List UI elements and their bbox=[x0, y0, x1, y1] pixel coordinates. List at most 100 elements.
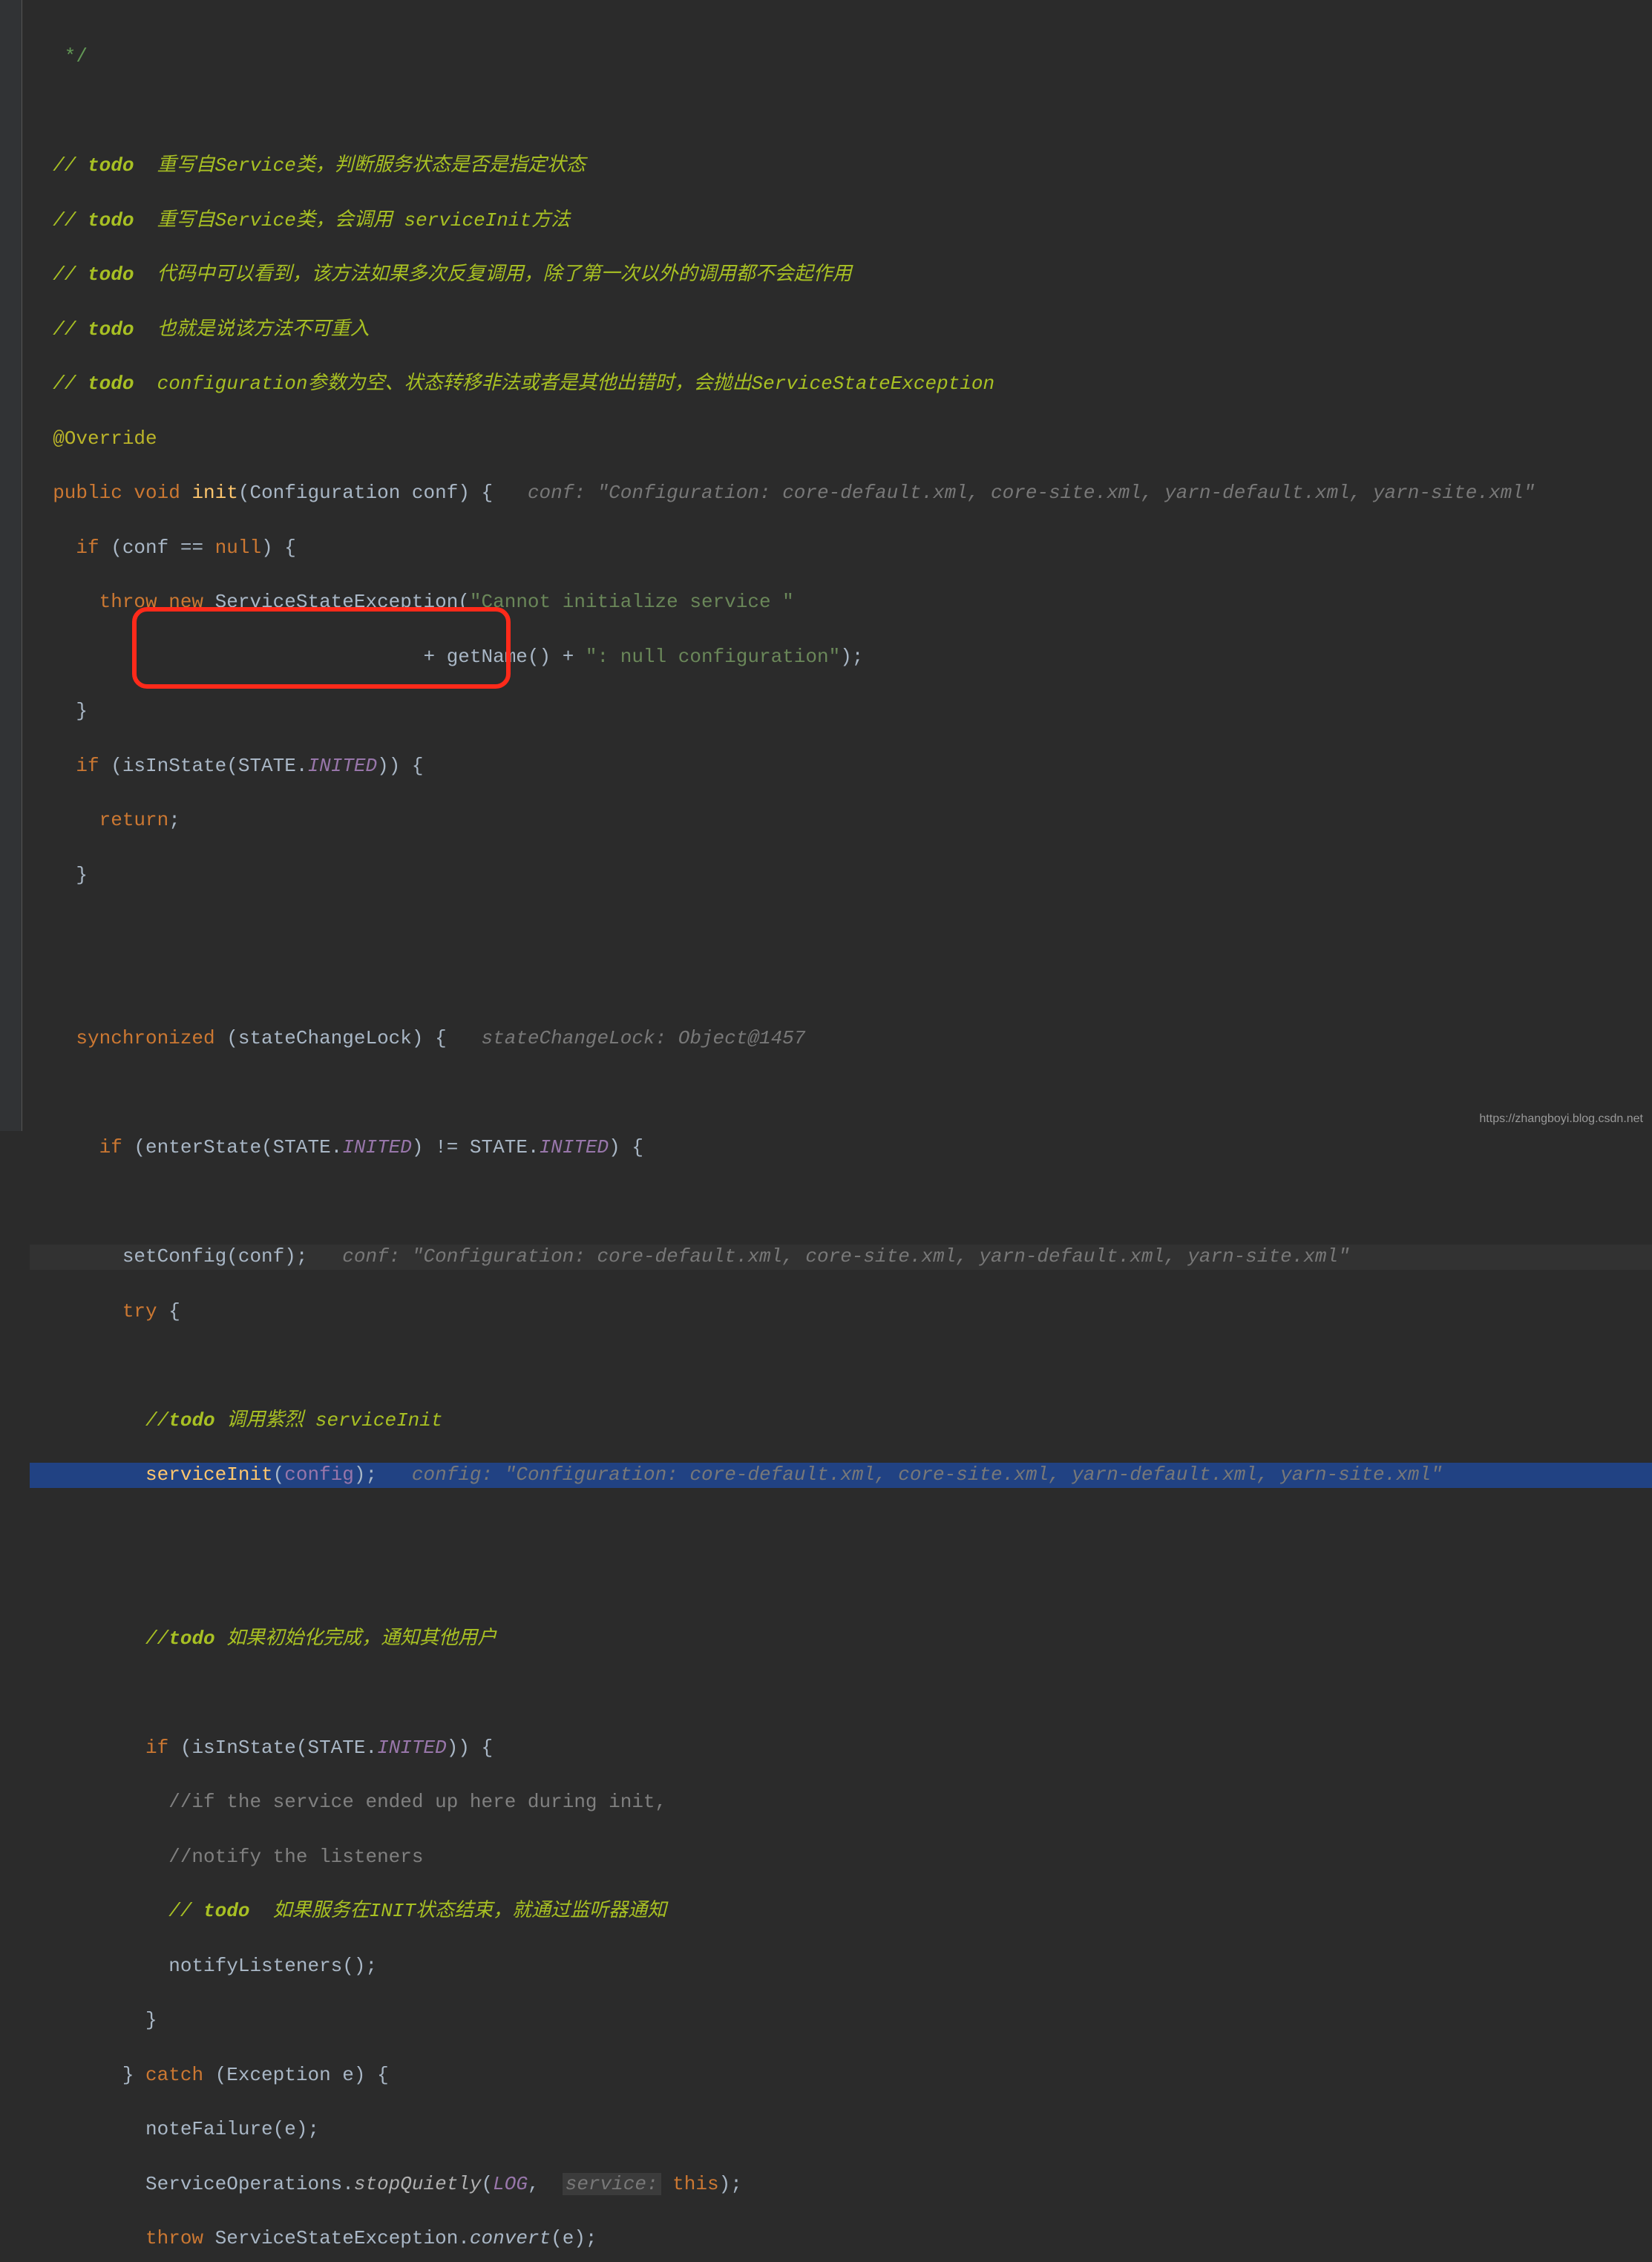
keyword: synchronized bbox=[30, 1027, 215, 1049]
code-line[interactable]: public void init(Configuration conf) { c… bbox=[30, 481, 1652, 506]
code-line[interactable]: throw new ServiceStateException("Cannot … bbox=[30, 590, 1652, 615]
keyword: throw bbox=[30, 2227, 203, 2249]
keyword: public bbox=[30, 482, 122, 504]
code-line[interactable]: // todo 重写自Service类，判断服务状态是否是指定状态 bbox=[30, 154, 1652, 179]
code-line[interactable]: if (isInState(STATE.INITED)) { bbox=[30, 1736, 1652, 1761]
code-line[interactable] bbox=[30, 1190, 1652, 1216]
code-text: */ bbox=[30, 45, 88, 68]
code-text: + getName() + bbox=[30, 646, 586, 668]
code-text: // bbox=[30, 1900, 203, 1922]
string: "Cannot initialize service " bbox=[470, 591, 794, 613]
code-line[interactable] bbox=[30, 1081, 1652, 1107]
static-method: convert bbox=[470, 2227, 551, 2249]
inline-hint: stateChangeLock: Object@1457 bbox=[482, 1027, 806, 1049]
code-text: (enterState(STATE. bbox=[122, 1136, 342, 1158]
annotation: @Override bbox=[30, 427, 157, 450]
code-text: ServiceStateException. bbox=[203, 2227, 470, 2249]
code-text: } bbox=[30, 700, 88, 722]
code-line[interactable]: if (conf == null) { bbox=[30, 536, 1652, 561]
code-area[interactable]: */ // todo 重写自Service类，判断服务状态是否是指定状态 // … bbox=[22, 0, 1652, 1131]
code-line[interactable] bbox=[30, 1572, 1652, 1597]
code-text: ); bbox=[354, 1463, 412, 1486]
code-line-highlighted[interactable]: serviceInit(config); config: "Configurat… bbox=[30, 1463, 1652, 1488]
watermark: https://zhangboyi.blog.csdn.net bbox=[1479, 1112, 1643, 1127]
keyword: throw new bbox=[30, 591, 215, 613]
code-text: ( bbox=[273, 1463, 285, 1486]
code-text: (isInState(STATE. bbox=[168, 1737, 377, 1759]
keyword: if bbox=[30, 755, 99, 777]
code-text: (Configuration conf) { bbox=[238, 482, 528, 504]
code-line[interactable]: setConfig(conf); conf: "Configuration: c… bbox=[30, 1245, 1652, 1270]
code-line[interactable]: noteFailure(e); bbox=[30, 2117, 1652, 2143]
code-line[interactable] bbox=[30, 917, 1652, 942]
code-line[interactable]: synchronized (stateChangeLock) { stateCh… bbox=[30, 1026, 1652, 1052]
code-line[interactable]: // todo 如果服务在INIT状态结束，就通过监听器通知 bbox=[30, 1899, 1652, 1924]
code-line[interactable]: } bbox=[30, 863, 1652, 888]
code-text: { bbox=[157, 1300, 180, 1322]
code-text: } bbox=[30, 864, 88, 886]
code-line[interactable] bbox=[30, 1354, 1652, 1379]
code-line[interactable]: */ bbox=[30, 45, 1652, 70]
keyword: catch bbox=[145, 2064, 203, 2086]
code-text: 如果初始化完成，通知其他用户 bbox=[215, 1627, 497, 1650]
code-line[interactable]: // todo configuration参数为空、状态转移非法或者是其他出错时… bbox=[30, 372, 1652, 397]
code-line[interactable]: } catch (Exception e) { bbox=[30, 2063, 1652, 2088]
keyword: if bbox=[30, 537, 99, 559]
todo-keyword: todo bbox=[88, 318, 134, 341]
code-line[interactable]: try { bbox=[30, 1299, 1652, 1325]
code-text: ServiceOperations. bbox=[30, 2173, 354, 2195]
inline-hint: conf: "Configuration: core-default.xml, … bbox=[528, 482, 1535, 504]
method-name: init bbox=[191, 482, 237, 504]
code-text: // bbox=[30, 1627, 168, 1650]
code-line[interactable]: notifyListeners(); bbox=[30, 1954, 1652, 1979]
code-line[interactable]: if (enterState(STATE.INITED) != STATE.IN… bbox=[30, 1135, 1652, 1161]
code-text: noteFailure(e); bbox=[30, 2118, 319, 2140]
code-text: (conf == bbox=[99, 537, 215, 559]
code-line[interactable]: // todo 代码中可以看到，该方法如果多次反复调用，除了第一次以外的调用都不… bbox=[30, 263, 1652, 288]
todo-keyword: todo bbox=[168, 1409, 214, 1432]
code-line[interactable]: + getName() + ": null configuration"); bbox=[30, 645, 1652, 670]
code-line[interactable]: ServiceOperations.stopQuietly(LOG, servi… bbox=[30, 2172, 1652, 2197]
todo-keyword: todo bbox=[88, 263, 134, 286]
code-line[interactable] bbox=[30, 1681, 1652, 1706]
code-line[interactable] bbox=[30, 1518, 1652, 1543]
code-text: // bbox=[30, 318, 88, 341]
code-line[interactable]: @Override bbox=[30, 427, 1652, 452]
code-text: // bbox=[30, 209, 88, 232]
code-editor[interactable]: */ // todo 重写自Service类，判断服务状态是否是指定状态 // … bbox=[0, 0, 1652, 1131]
code-line[interactable]: throw ServiceStateException.convert(e); bbox=[30, 2226, 1652, 2252]
param-hint: service: bbox=[563, 2173, 661, 2195]
code-line[interactable]: return; bbox=[30, 808, 1652, 833]
code-line[interactable]: // todo 重写自Service类，会调用 serviceInit方法 bbox=[30, 209, 1652, 234]
code-line[interactable]: if (isInState(STATE.INITED)) { bbox=[30, 754, 1652, 779]
code-line[interactable]: //notify the listeners bbox=[30, 1845, 1652, 1870]
code-text: // bbox=[30, 373, 88, 395]
code-text: } bbox=[30, 2064, 145, 2086]
inline-hint: conf: "Configuration: core-default.xml, … bbox=[342, 1245, 1349, 1268]
code-text: 重写自Service类，判断服务状态是否是指定状态 bbox=[134, 154, 585, 177]
code-line[interactable]: //todo 调用紫烈 serviceInit bbox=[30, 1409, 1652, 1434]
keyword: this bbox=[661, 2173, 719, 2195]
keyword: if bbox=[30, 1737, 168, 1759]
code-text: 代码中可以看到，该方法如果多次反复调用，除了第一次以外的调用都不会起作用 bbox=[134, 263, 851, 286]
code-text: ); bbox=[719, 2173, 742, 2195]
code-line[interactable]: //if the service ended up here during in… bbox=[30, 1790, 1652, 1815]
gutter[interactable] bbox=[0, 0, 22, 1131]
comment: //notify the listeners bbox=[30, 1846, 424, 1868]
code-text: configuration参数为空、状态转移非法或者是其他出错时，会抛出Serv… bbox=[134, 373, 994, 395]
code-text: ) { bbox=[261, 537, 296, 559]
code-text: (isInState(STATE. bbox=[99, 755, 308, 777]
code-line[interactable]: } bbox=[30, 2008, 1652, 2033]
code-line[interactable]: } bbox=[30, 699, 1652, 724]
code-line[interactable] bbox=[30, 972, 1652, 997]
code-text: ; bbox=[168, 809, 180, 831]
code-text: ) { bbox=[609, 1136, 643, 1158]
code-text: ); bbox=[840, 646, 863, 668]
code-line[interactable]: // todo 也就是说该方法不可重入 bbox=[30, 318, 1652, 343]
code-text: 调用紫烈 serviceInit bbox=[215, 1409, 443, 1432]
code-line[interactable]: //todo 如果初始化完成，通知其他用户 bbox=[30, 1627, 1652, 1652]
keyword: null bbox=[215, 537, 261, 559]
code-line[interactable] bbox=[30, 99, 1652, 125]
code-text: (Exception e) { bbox=[203, 2064, 389, 2086]
static-method: stopQuietly bbox=[354, 2173, 482, 2195]
